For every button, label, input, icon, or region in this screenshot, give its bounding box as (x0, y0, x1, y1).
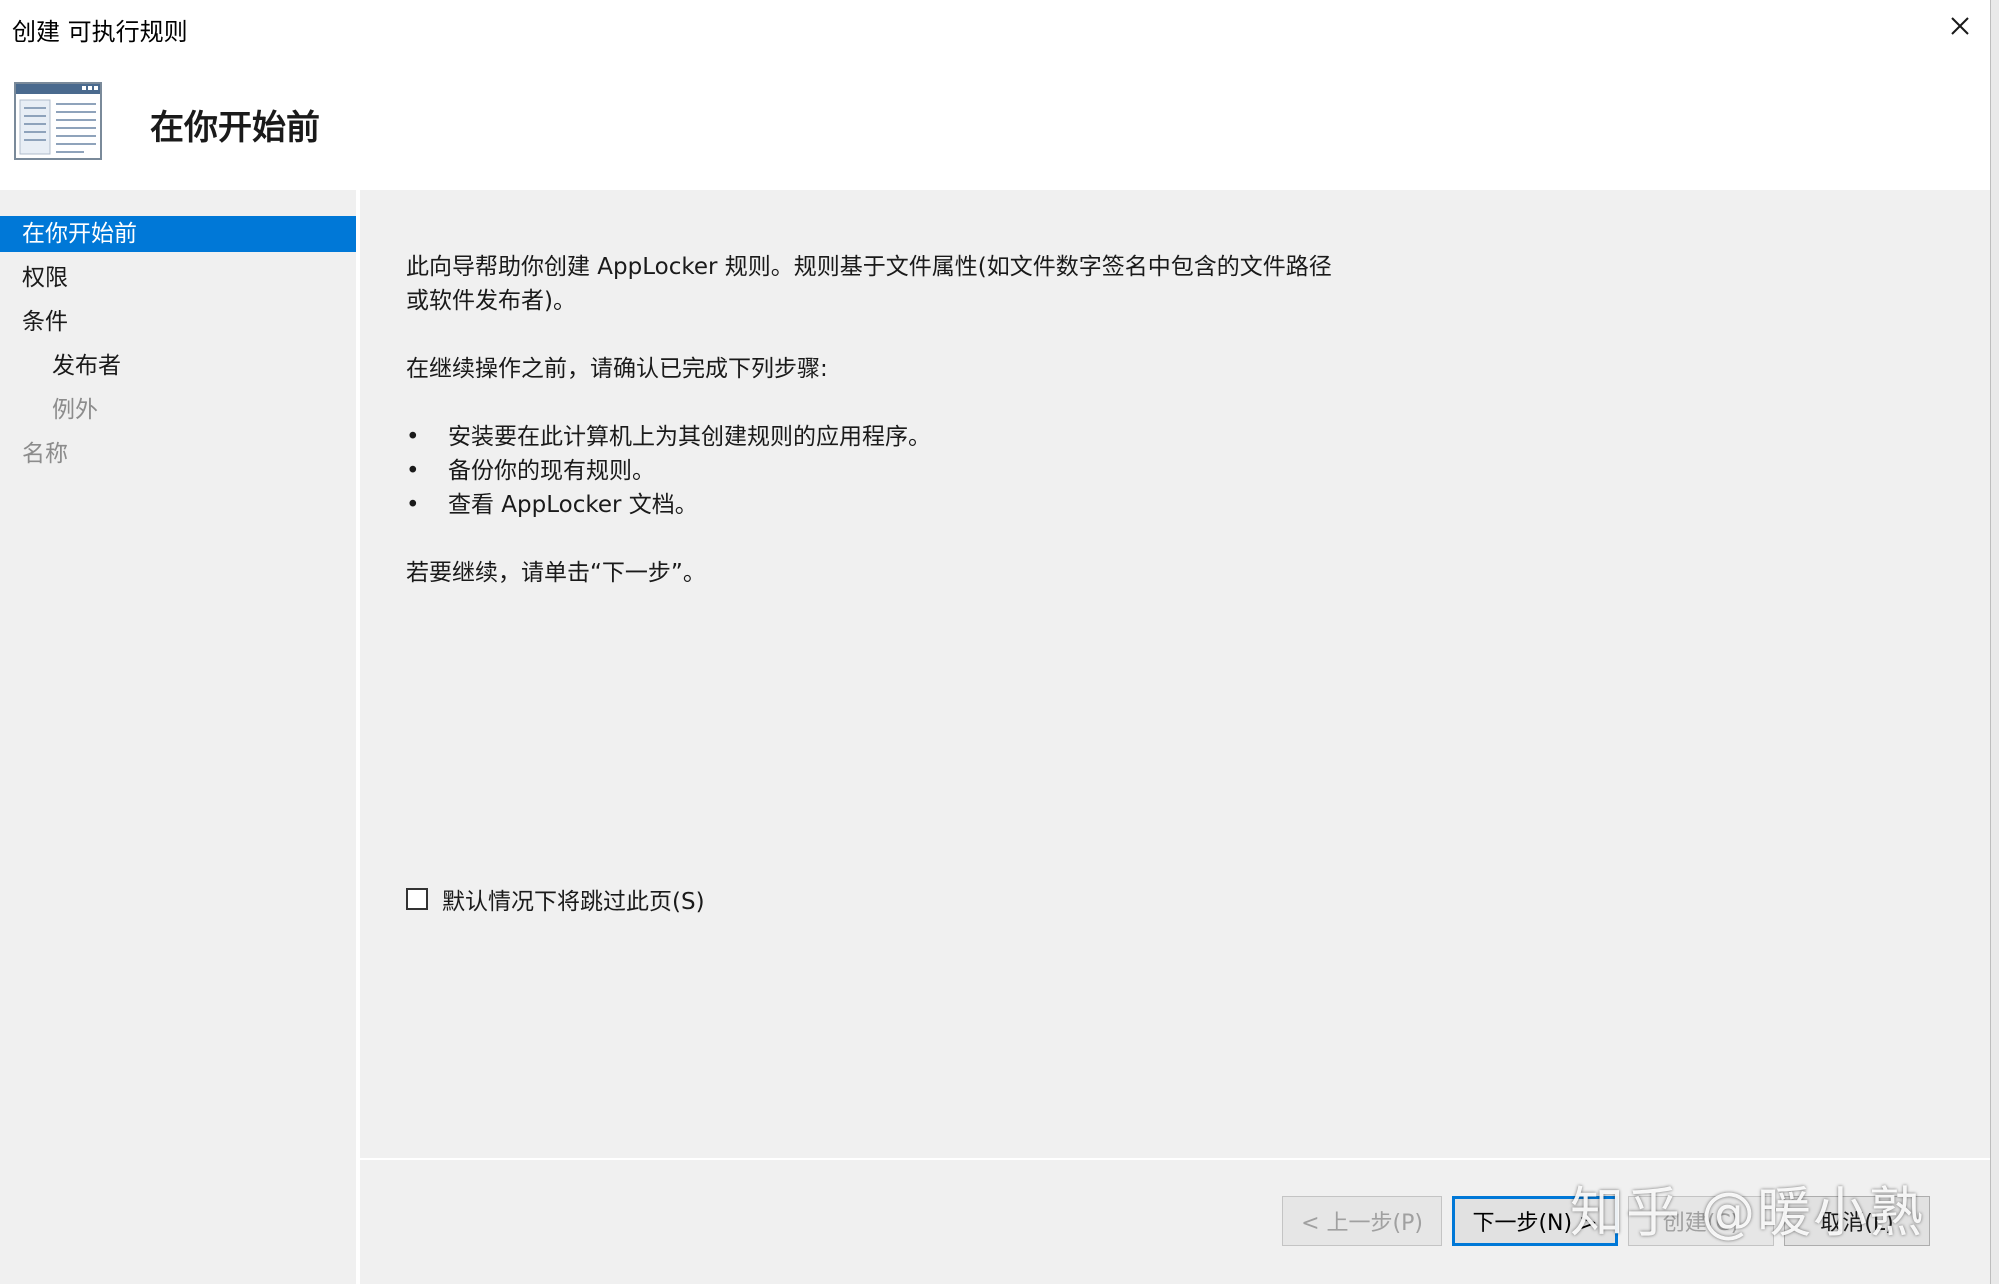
sidebar-item-conditions[interactable]: 条件 (22, 304, 68, 340)
back-button[interactable]: < 上一步(P) (1282, 1196, 1442, 1246)
close-icon (1951, 17, 1969, 35)
sidebar-item-publisher[interactable]: 发布者 (52, 348, 121, 384)
wizard-header: 在你开始前 (0, 56, 1990, 190)
continue-instruction: 若要继续，请单击“下一步”。 (406, 560, 706, 586)
skip-page-checkbox[interactable] (406, 888, 428, 910)
list-item: • 安装要在此计算机上为其创建规则的应用程序。 (406, 424, 931, 450)
intro-text-line-2: 或软件发布者)。 (406, 288, 576, 314)
skip-page-checkbox-label: 默认情况下将跳过此页(S) (442, 889, 705, 915)
background-window-edge (1990, 0, 1999, 1284)
wizard-content-panel: 此向导帮助你创建 AppLocker 规则。规则基于文件属性(如文件数字签名中包… (360, 190, 1990, 1158)
wizard-steps-sidebar: 在你开始前 权限 条件 发布者 例外 名称 (0, 190, 356, 1284)
window-title: 创建 可执行规则 (12, 18, 188, 46)
watermark: 知乎 @暖小熟 (1570, 1181, 1926, 1244)
prerequisite-heading: 在继续操作之前，请确认已完成下列步骤: (406, 356, 828, 382)
close-button[interactable] (1930, 0, 1990, 52)
list-item: • 备份你的现有规则。 (406, 458, 655, 484)
sidebar-item-permissions[interactable]: 权限 (22, 260, 68, 296)
skip-page-checkbox-row[interactable]: 默认情况下将跳过此页(S) (406, 882, 705, 916)
page-title: 在你开始前 (150, 108, 320, 148)
wizard-window-icon (14, 82, 102, 160)
title-bar: 创建 可执行规则 (0, 0, 1990, 56)
intro-text-line-1: 此向导帮助你创建 AppLocker 规则。规则基于文件属性(如文件数字签名中包… (406, 254, 1332, 280)
prerequisite-list: • 安装要在此计算机上为其创建规则的应用程序。 • 备份你的现有规则。 • 查看 Ap… (406, 420, 1506, 522)
sidebar-item-before-you-begin[interactable]: 在你开始前 (0, 216, 356, 252)
sidebar-item-name: 名称 (22, 441, 68, 467)
sidebar-item-exceptions: 例外 (52, 397, 98, 423)
create-executable-rule-dialog: 创建 可执行规则 在你开始前 在你开始前 权限 条件 发布者 例外 名称 此向导… (0, 0, 1990, 1284)
list-item: • 查看 AppLocker 文档。 (406, 492, 698, 518)
page-description: 此向导帮助你创建 AppLocker 规则。规则基于文件属性(如文件数字签名中包… (406, 250, 1506, 590)
